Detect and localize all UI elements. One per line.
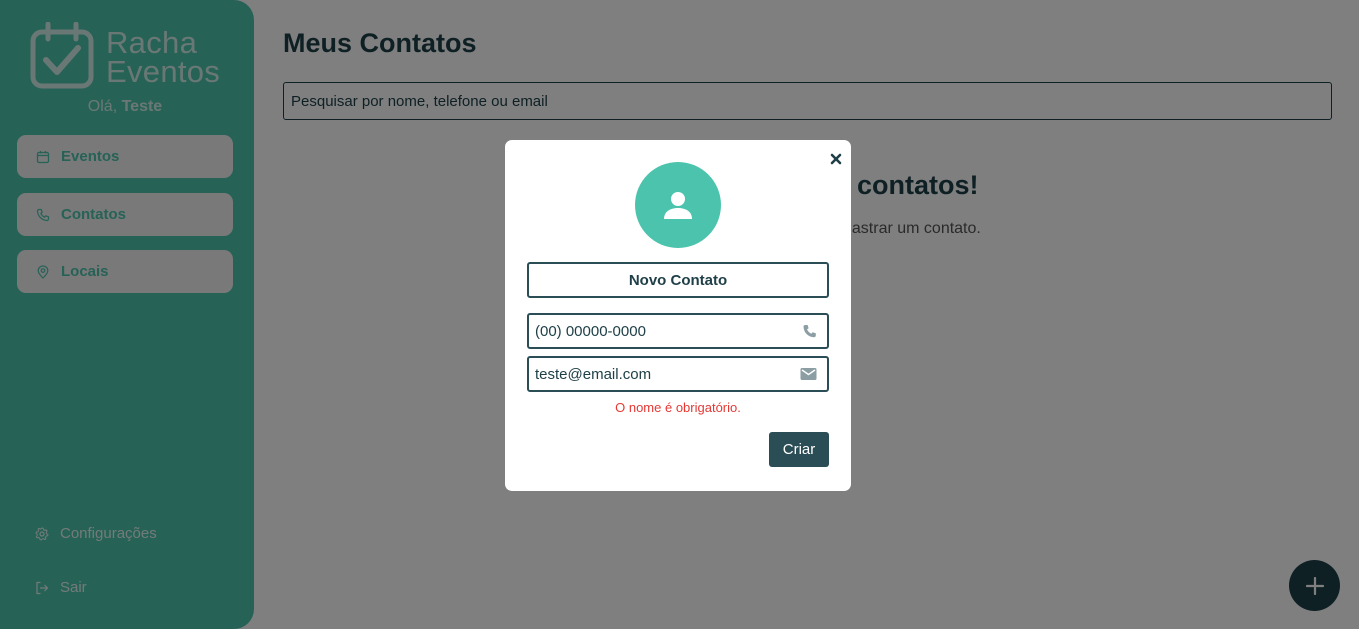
contact-phone-input[interactable] [529,315,827,347]
close-button[interactable] [829,152,843,166]
new-contact-modal: O nome é obrigatório. Criar [505,140,851,491]
user-icon [664,192,692,219]
phone-icon [803,325,816,338]
close-icon [830,153,842,165]
error-message: O nome é obrigatório. [615,400,741,415]
contact-name-input[interactable] [529,264,827,296]
contact-email-field[interactable] [527,356,829,392]
create-button[interactable]: Criar [769,432,829,467]
contact-email-input[interactable] [529,358,827,390]
avatar [635,162,721,248]
contact-name-field[interactable] [527,262,829,298]
email-icon [800,368,817,380]
contact-phone-field[interactable] [527,313,829,349]
app-root: Racha Eventos Olá, Teste Eventos Contato… [0,0,1359,629]
